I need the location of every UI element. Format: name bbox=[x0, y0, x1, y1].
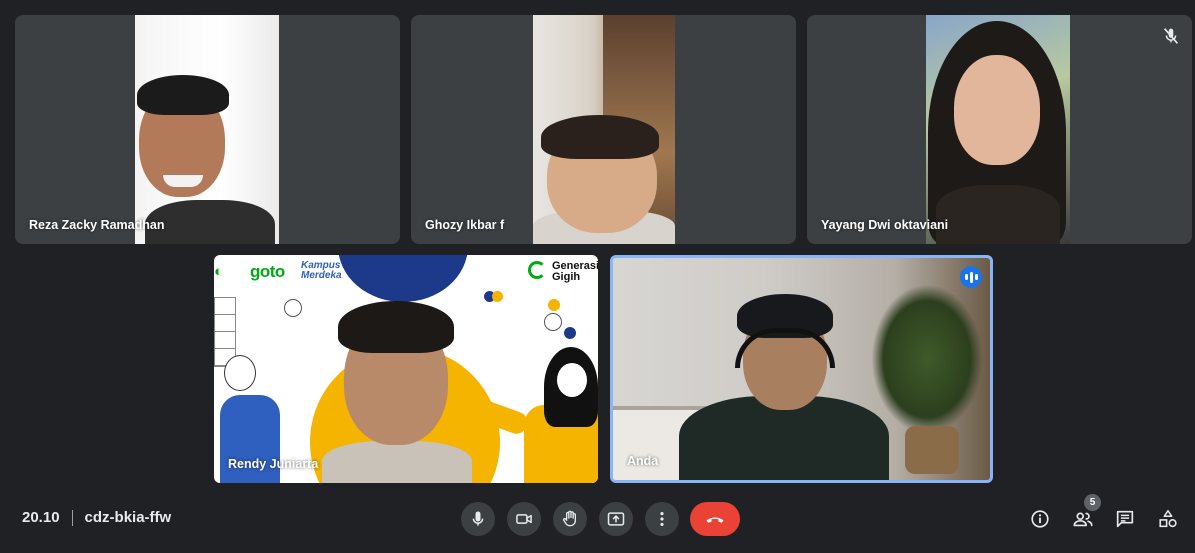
info-icon bbox=[1031, 510, 1049, 528]
muted-microphone-icon bbox=[1160, 25, 1182, 47]
more-options-button[interactable] bbox=[645, 502, 679, 536]
participant-name: Reza Zacky Ramadhan bbox=[29, 218, 165, 232]
participant-name: Yayang Dwi oktaviani bbox=[821, 218, 949, 232]
microphone-button[interactable] bbox=[461, 502, 495, 536]
participant-video bbox=[322, 301, 472, 483]
participant-video bbox=[135, 15, 279, 244]
participant-name: Ghozy Ikbar f bbox=[425, 218, 505, 232]
chat-icon bbox=[1116, 510, 1134, 528]
raise-hand-button[interactable] bbox=[553, 502, 587, 536]
meeting-time: 20.10 bbox=[22, 509, 60, 526]
meeting-code: cdz-bkia-ffw bbox=[84, 509, 172, 526]
activities-button[interactable] bbox=[1156, 507, 1180, 531]
participant-tile-self[interactable]: Anda bbox=[610, 255, 993, 483]
participant-name: Anda bbox=[627, 454, 659, 468]
gigih-text: Gigih bbox=[552, 271, 581, 283]
microphone-icon bbox=[472, 511, 484, 526]
participant-video bbox=[926, 15, 1070, 244]
camera-button[interactable] bbox=[507, 502, 541, 536]
participant-name: Rendy Juniarta bbox=[228, 457, 319, 471]
participant-tile-reza[interactable]: Reza Zacky Ramadhan bbox=[15, 15, 400, 244]
merdeka-text: Merdeka bbox=[301, 270, 342, 281]
meeting-details-button[interactable] bbox=[1028, 507, 1052, 531]
camera-icon bbox=[516, 514, 532, 524]
present-screen-icon bbox=[607, 512, 625, 526]
generasi-gigih-logo: Generasi Gigih bbox=[552, 261, 598, 283]
participant-tile-yayang[interactable]: Yayang Dwi oktaviani bbox=[807, 15, 1192, 244]
participant-video bbox=[613, 258, 990, 480]
meeting-info: 20.10 cdz-bkia-ffw bbox=[22, 509, 171, 526]
present-screen-button[interactable] bbox=[599, 502, 633, 536]
generasi-gigih-icon bbox=[528, 261, 546, 279]
brand-circle-left: ◐ bbox=[214, 263, 224, 280]
end-call-button[interactable] bbox=[690, 502, 740, 536]
chat-button[interactable] bbox=[1113, 507, 1137, 531]
participant-video bbox=[533, 15, 675, 244]
divider bbox=[71, 509, 73, 526]
participant-tile-rendy[interactable]: ◐ goto Kampus Merdeka Generasi Gigih Ren… bbox=[214, 255, 598, 483]
people-icon bbox=[1073, 512, 1093, 527]
goto-logo: goto bbox=[250, 262, 285, 281]
raise-hand-icon bbox=[562, 510, 576, 527]
end-call-icon bbox=[706, 517, 724, 523]
kampus-merdeka-logo: Kampus Merdeka bbox=[301, 261, 342, 281]
participant-tile-ghozy[interactable]: Ghozy Ikbar f bbox=[411, 15, 796, 244]
speaking-indicator-icon bbox=[960, 266, 982, 288]
activities-icon bbox=[1159, 509, 1177, 528]
more-options-icon bbox=[660, 512, 664, 526]
ministry-logo bbox=[228, 265, 244, 283]
participant-count-badge: 5 bbox=[1084, 494, 1101, 511]
